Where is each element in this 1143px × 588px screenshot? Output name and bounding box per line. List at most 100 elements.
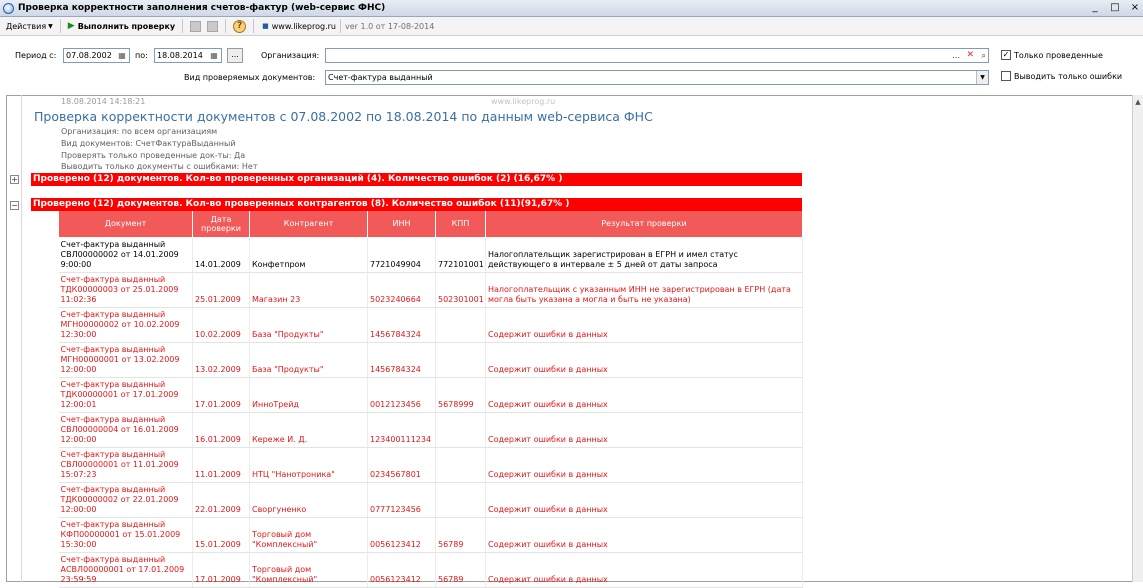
report-info-only-errors: Выводить только документы с ошибками: Не… bbox=[61, 162, 258, 171]
column-header-document: Документ bbox=[58, 211, 193, 238]
vertical-scrollbar[interactable]: ▲ bbox=[1132, 95, 1143, 582]
cell-document: Счет-фактура выданный ТДК00000002 от 22.… bbox=[58, 482, 193, 518]
window-title: Проверка корректности заполнения счетов-… bbox=[18, 3, 386, 13]
cell-check-date: 11.01.2009 bbox=[192, 447, 250, 483]
only-posted-label: Только проведенные bbox=[1014, 50, 1103, 60]
date-to-value: 18.08.2014 bbox=[157, 51, 203, 60]
cell-inn: 0056123412 bbox=[367, 517, 436, 553]
report-group-column bbox=[6, 95, 22, 582]
maximize-button[interactable]: □ bbox=[1109, 2, 1121, 14]
actions-menu[interactable]: Действия ▼ bbox=[3, 18, 56, 35]
select-dots-icon[interactable]: ... bbox=[952, 49, 960, 62]
run-check-button[interactable]: ▶ Выполнить проверку bbox=[65, 18, 178, 35]
cell-kpp bbox=[435, 412, 486, 448]
cell-result: Содержит ошибки в данных bbox=[485, 307, 803, 343]
period-label: Период с: bbox=[15, 51, 57, 60]
cell-contractor: ИнноТрейд bbox=[249, 377, 368, 413]
only-posted-checkbox[interactable]: ✓ Только проведенные bbox=[1001, 50, 1103, 60]
table-row[interactable]: Счет-фактура выданный КФП00000001 от 15.… bbox=[58, 517, 803, 553]
table-row[interactable]: Счет-фактура выданный СВЛ00000002 от 14.… bbox=[58, 237, 803, 273]
cell-inn: 5023240664 bbox=[367, 272, 436, 308]
cell-document: Счет-фактура выданный СВЛ00000001 от 11.… bbox=[58, 447, 193, 483]
cell-check-date: 14.01.2009 bbox=[192, 237, 250, 273]
cell-result: Содержит ошибки в данных bbox=[485, 517, 803, 553]
table-row[interactable]: Счет-фактура выданный МГН00000001 от 13.… bbox=[58, 342, 803, 378]
minimize-button[interactable]: _ bbox=[1089, 2, 1101, 14]
cell-document: Счет-фактура выданный МГН00000002 от 10.… bbox=[58, 307, 193, 343]
cell-contractor: Кереже И. Д. bbox=[249, 412, 368, 448]
cell-check-date: 13.02.2009 bbox=[192, 342, 250, 378]
scroll-up-icon[interactable]: ▲ bbox=[1133, 98, 1143, 106]
only-errors-label: Выводить только ошибки bbox=[1014, 71, 1123, 81]
table-row[interactable]: Счет-фактура выданный ТДК00000003 от 25.… bbox=[58, 272, 803, 308]
report-title: Проверка корректности документов с 07.08… bbox=[34, 109, 653, 124]
clear-icon[interactable]: ✕ bbox=[966, 49, 974, 62]
table-header-row: Документ Дата проверки Контрагент ИНН КП… bbox=[58, 211, 803, 238]
period-select-button[interactable]: ... bbox=[227, 48, 243, 63]
close-button[interactable]: × bbox=[1129, 2, 1141, 14]
site-link[interactable]: www.likeprog.ru bbox=[272, 22, 336, 31]
cell-document: Счет-фактура выданный СВЛ00000002 от 14.… bbox=[58, 237, 193, 273]
doc-type-select[interactable]: Счет-фактура выданный ▼ bbox=[325, 70, 989, 85]
report-info-doc-type: Вид документов: СчетФактураВыданный bbox=[61, 139, 236, 148]
column-header-inn: ИНН bbox=[367, 211, 436, 238]
summary-organizations-bar[interactable]: Проверено (12) документов. Кол-во провер… bbox=[31, 173, 802, 186]
period-select-label: ... bbox=[231, 50, 239, 59]
column-header-check-date: Дата проверки bbox=[192, 211, 250, 238]
cell-check-date: 16.01.2009 bbox=[192, 412, 250, 448]
actions-menu-label: Действия bbox=[6, 21, 47, 31]
doc-type-value: Счет-фактура выданный bbox=[328, 73, 433, 82]
cell-inn: 0234567801 bbox=[367, 447, 436, 483]
cell-kpp bbox=[435, 482, 486, 518]
dropdown-arrow-icon: ▼ bbox=[48, 22, 53, 30]
cell-kpp: 772101001 bbox=[435, 237, 486, 273]
report-site: www.likeprog.ru bbox=[491, 97, 556, 106]
toolbar-separator bbox=[225, 19, 227, 33]
cell-check-date: 17.01.2009 bbox=[192, 377, 250, 413]
search-icon[interactable]: ⌕ bbox=[982, 49, 986, 62]
cell-result: Налогоплательщик зарегистрирован в ЕГРН … bbox=[485, 237, 803, 273]
cell-inn: 123400111234 bbox=[367, 412, 436, 448]
cell-inn: 7721049904 bbox=[367, 237, 436, 273]
date-from-value: 07.08.2002 bbox=[66, 51, 112, 60]
organization-label: Организация: bbox=[261, 51, 320, 60]
table-row[interactable]: Счет-фактура выданный СВЛ00000004 от 16.… bbox=[58, 412, 803, 448]
table-row[interactable]: Счет-фактура выданный ТДК00000001 от 17.… bbox=[58, 377, 803, 413]
cell-inn: 1456784324 bbox=[367, 342, 436, 378]
cell-kpp: 56789 bbox=[435, 517, 486, 553]
cell-contractor: Торговый дом "Комплексный" bbox=[249, 517, 368, 553]
play-icon: ▶ bbox=[67, 21, 75, 31]
cell-kpp bbox=[435, 307, 486, 343]
report-info-organization: Организация: по всем организациям bbox=[61, 127, 218, 136]
print-icon[interactable] bbox=[207, 20, 219, 32]
save-icon[interactable] bbox=[190, 20, 202, 32]
organization-field[interactable]: ... ✕ ⌕ bbox=[325, 48, 989, 63]
table-row[interactable]: Счет-фактура выданный МГН00000002 от 10.… bbox=[58, 307, 803, 343]
cell-contractor: Своргуненко bbox=[249, 482, 368, 518]
date-to-field[interactable]: 18.08.2014 ▦ bbox=[154, 48, 222, 63]
cell-result: Содержит ошибки в данных bbox=[485, 412, 803, 448]
cell-kpp: 5678999 bbox=[435, 377, 486, 413]
table-row[interactable]: Счет-фактура выданный ТДК00000002 от 22.… bbox=[58, 482, 803, 518]
cell-inn: 1456784324 bbox=[367, 307, 436, 343]
window-controls: _ □ × bbox=[1089, 2, 1141, 14]
cell-check-date: 15.01.2009 bbox=[192, 517, 250, 553]
cell-document: Счет-фактура выданный ТДК00000001 от 17.… bbox=[58, 377, 193, 413]
expand-icon[interactable]: + bbox=[10, 175, 19, 184]
help-icon[interactable]: ? bbox=[233, 19, 247, 33]
checkbox-checked-icon: ✓ bbox=[1001, 50, 1011, 60]
column-header-result: Результат проверки bbox=[485, 211, 803, 238]
only-errors-checkbox[interactable]: Выводить только ошибки bbox=[1001, 71, 1122, 81]
collapse-icon[interactable]: − bbox=[10, 201, 19, 210]
toolbar-separator bbox=[59, 19, 61, 33]
summary-contractors-bar[interactable]: Проверено (12) документов. Кол-во провер… bbox=[31, 198, 802, 211]
date-from-field[interactable]: 07.08.2002 ▦ bbox=[63, 48, 130, 63]
cell-document: Счет-фактура выданный СВЛ00000004 от 16.… bbox=[58, 412, 193, 448]
calendar-icon[interactable]: ▦ bbox=[116, 50, 128, 61]
chevron-down-icon[interactable]: ▼ bbox=[976, 71, 988, 84]
cell-document: Счет-фактура выданный МГН00000001 от 13.… bbox=[58, 342, 193, 378]
table-row[interactable]: Счет-фактура выданный СВЛ00000001 от 11.… bbox=[58, 447, 803, 483]
cell-kpp bbox=[435, 342, 486, 378]
cell-contractor: НТЦ "Нанотроника" bbox=[249, 447, 368, 483]
calendar-icon[interactable]: ▦ bbox=[208, 50, 220, 61]
